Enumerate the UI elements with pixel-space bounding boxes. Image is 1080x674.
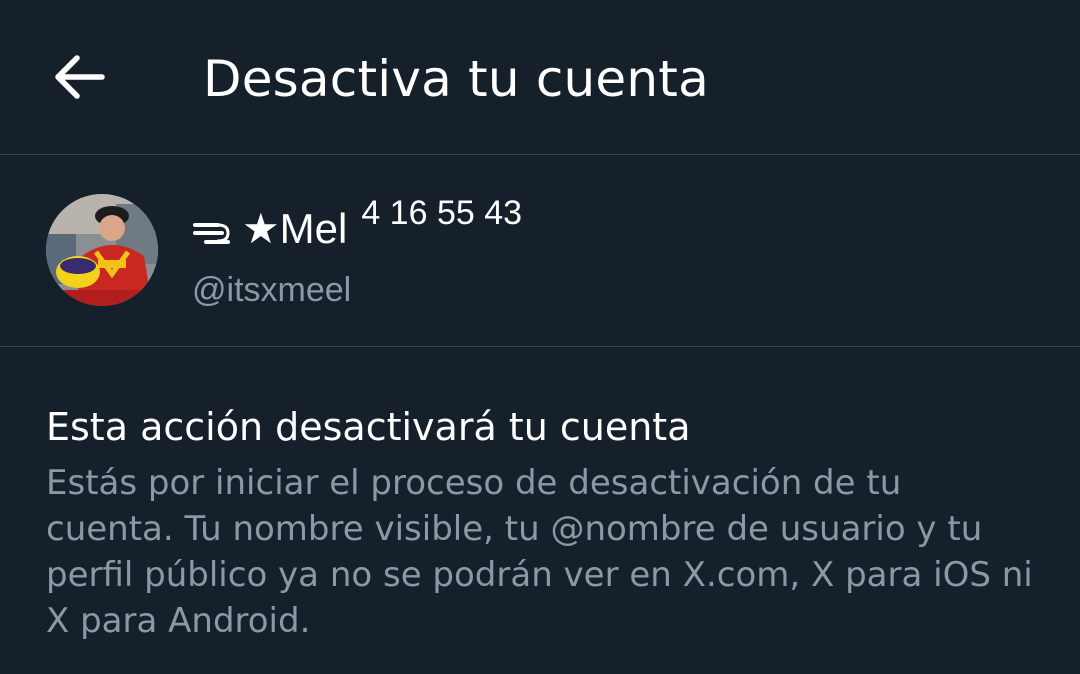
section-title: Esta acción desactivará tu cuenta [46,405,691,449]
wind-icon [193,223,230,244]
back-button[interactable] [46,46,112,108]
display-name: ★Mel 4 16 55 43 [192,194,522,259]
page-title: Desactiva tu cuenta [203,50,709,108]
deactivate-account-screen: Desactiva tu cuenta ★Mel 4 16 55 43 @its… [0,0,1080,674]
username-handle: @itsxmeel [192,271,352,309]
avatar[interactable] [46,194,158,306]
account-summary: ★Mel 4 16 55 43 @itsxmeel [0,155,1080,347]
section-description: Estás por iniciar el proceso de desactiv… [46,463,1033,641]
display-name-text: ★Mel [242,205,348,252]
display-name-suffix: 4 16 55 43 [361,194,523,232]
top-app-bar: Desactiva tu cuenta [0,0,1080,155]
arrow-left-icon [55,55,105,99]
